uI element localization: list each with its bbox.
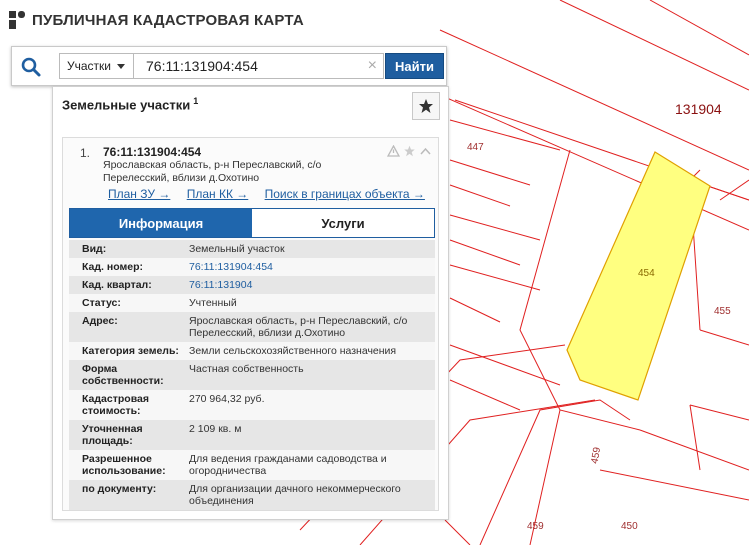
property-label: Кад. квартал:	[82, 279, 152, 291]
link-search-in-bounds[interactable]: Поиск в границах объекта →	[265, 187, 425, 201]
property-value: Для ведения гражданами садоводства и ого…	[189, 453, 387, 477]
app-header: ПУБЛИЧНАЯ КАДАСТРОВАЯ КАРТА	[8, 10, 304, 30]
property-value-link[interactable]: 76:11:131904:454	[189, 261, 422, 273]
property-value: 270 964,32 руб.	[189, 393, 265, 405]
property-value-link[interactable]: 76:11:131904	[189, 279, 422, 291]
results-panel: Земельные участки 1 1. 76:11:131904:454 Я…	[52, 86, 449, 520]
card-links: План ЗУ → План КК → Поиск в границах объ…	[108, 187, 438, 201]
properties-table: Вид: Земельный участок Кад. номер: 76:11…	[69, 240, 435, 510]
search-type-dropdown[interactable]: Участки	[59, 53, 133, 79]
map-label-parcel: 454	[638, 268, 655, 279]
clear-icon[interactable]: ×	[368, 54, 377, 78]
map-label-parcel: 447	[467, 142, 484, 153]
property-label: по документу:	[82, 483, 157, 495]
property-value: Земельный участок	[189, 243, 285, 255]
property-row: Адрес: Ярославская область, р-н Переслав…	[69, 312, 435, 342]
property-row: Вид: Земельный участок	[69, 240, 435, 258]
property-label: Кад. номер:	[82, 261, 144, 273]
property-value: 2 109 кв. м	[189, 423, 242, 435]
search-query: 76:11:131904:454	[146, 58, 258, 74]
search-bar: Участки 76:11:131904:454 × Найти	[11, 46, 447, 86]
result-index: 1.	[80, 146, 91, 160]
rosreestr-logo-icon	[9, 11, 25, 29]
property-label: Уточненная площадь:	[82, 423, 143, 447]
property-label: Кадастровая стоимость:	[82, 393, 149, 417]
star-icon	[419, 99, 433, 113]
map-label-parcel: 459	[527, 521, 544, 532]
property-label: Форма собственности:	[82, 363, 164, 387]
property-row: Категория земель: Земли сельскохозяйстве…	[69, 342, 435, 360]
property-label: Категория земель:	[82, 345, 179, 357]
panel-title: Земельные участки 1	[62, 96, 198, 112]
property-label: Адрес:	[82, 315, 118, 327]
find-button[interactable]: Найти	[385, 53, 444, 79]
property-row: Статус: Учтенный	[69, 294, 435, 312]
chevron-up-icon[interactable]	[419, 145, 432, 157]
link-plan-kk[interactable]: План КК →	[187, 187, 249, 201]
result-cad-number[interactable]: 76:11:131904:454	[103, 145, 201, 159]
result-address: Ярославская область, р-н Переславский, с…	[103, 159, 322, 184]
property-row: по документу: Для организации дачного не…	[69, 480, 435, 510]
info-tabs: Информация Услуги	[69, 208, 435, 238]
property-row: Кадастровая стоимость: 270 964,32 руб.	[69, 390, 435, 420]
star-icon[interactable]	[403, 145, 416, 157]
map-label-parcel: 450	[621, 521, 638, 532]
panel-title-text: Земельные участки	[62, 97, 191, 113]
chevron-down-icon	[117, 63, 125, 69]
property-value: Земли сельскохозяйственного назначения	[189, 345, 397, 357]
result-card[interactable]: 1. 76:11:131904:454 Ярославская область,…	[62, 137, 439, 511]
property-value: Частная собственность	[189, 363, 304, 375]
result-count: 1	[193, 96, 199, 106]
tab-services[interactable]: Услуги	[252, 209, 434, 237]
search-input[interactable]: 76:11:131904:454 ×	[133, 53, 384, 79]
map-label-parcel: 455	[714, 306, 731, 317]
warning-icon[interactable]	[387, 145, 400, 157]
property-row: Разрешенное использование: Для ведения г…	[69, 450, 435, 480]
property-label: Статус:	[82, 297, 121, 309]
property-row: Уточненная площадь: 2 109 кв. м	[69, 420, 435, 450]
property-value: Ярославская область, р-н Переславский, с…	[189, 315, 408, 339]
property-label: Вид:	[82, 243, 107, 255]
search-icon[interactable]	[20, 56, 42, 78]
app-title: ПУБЛИЧНАЯ КАДАСТРОВАЯ КАРТА	[32, 11, 304, 29]
favorites-button[interactable]	[412, 92, 440, 120]
card-tools	[387, 145, 432, 157]
property-row: Кад. номер: 76:11:131904:454	[69, 258, 435, 276]
search-type-label: Участки	[67, 59, 111, 73]
tab-information[interactable]: Информация	[70, 209, 252, 237]
map-label-quarter: 131904	[675, 101, 722, 117]
property-value: Для организации дачного некоммерческого …	[189, 483, 401, 507]
property-label: Разрешенное использование:	[82, 453, 166, 477]
property-row: Кад. квартал: 76:11:131904	[69, 276, 435, 294]
property-value: Учтенный	[189, 297, 237, 309]
link-plan-zu[interactable]: План ЗУ →	[108, 187, 170, 201]
property-row: Форма собственности: Частная собственнос…	[69, 360, 435, 390]
